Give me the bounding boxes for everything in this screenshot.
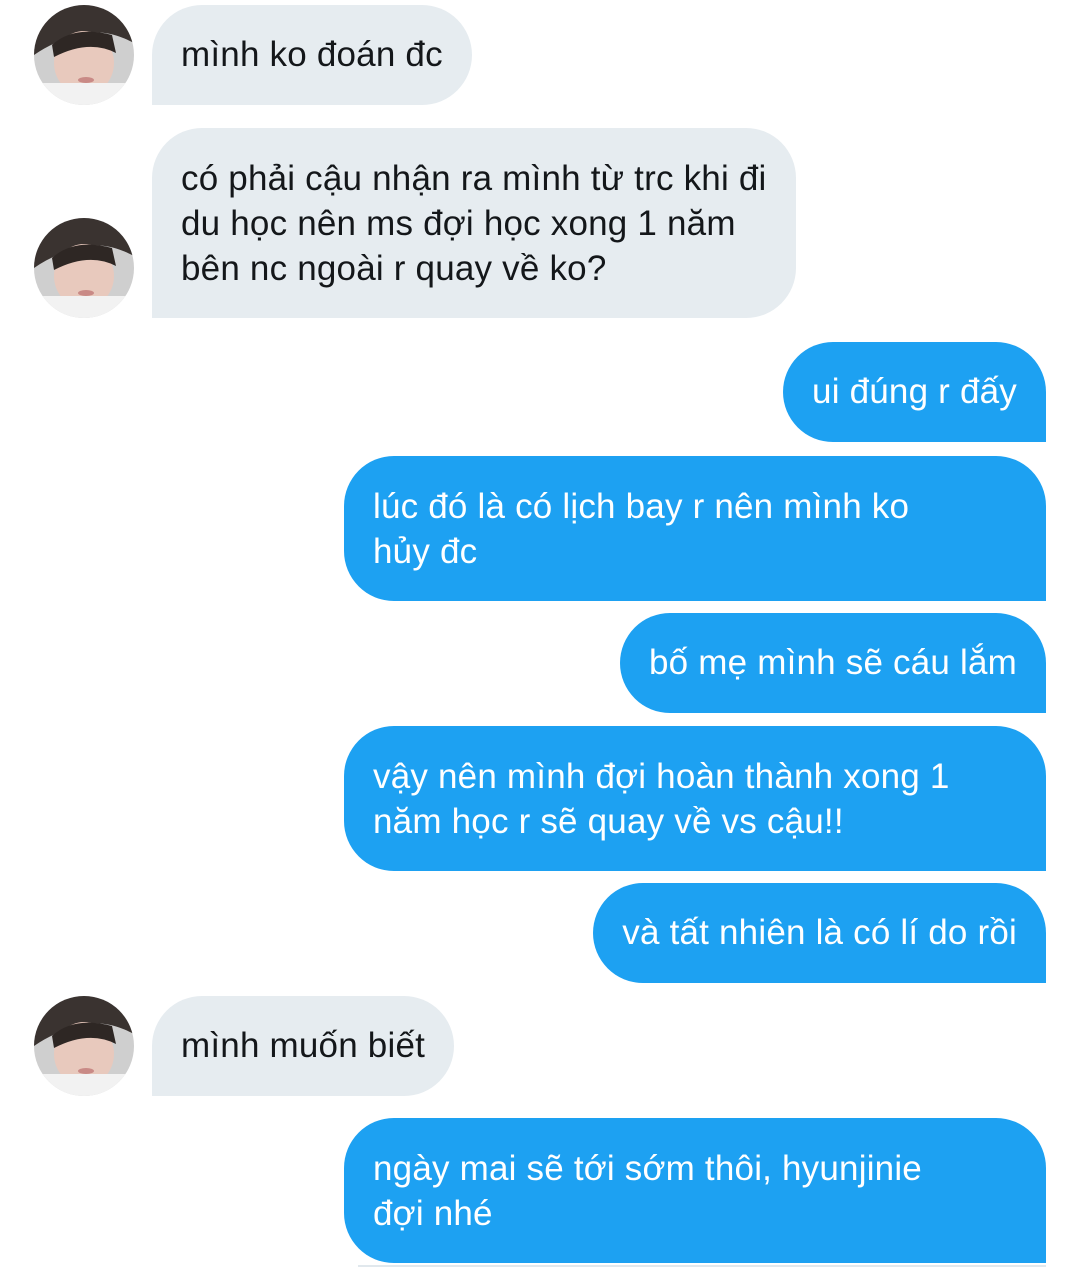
divider — [358, 1265, 1046, 1267]
outgoing-message[interactable]: ui đúng r đấy — [783, 342, 1046, 442]
outgoing-message[interactable]: vậy nên mình đợi hoàn thành xong 1 năm h… — [344, 726, 1046, 871]
incoming-message[interactable]: mình muốn biết — [152, 996, 455, 1096]
avatar[interactable] — [34, 218, 134, 318]
outgoing-message[interactable]: ngày mai sẽ tới sớm thôi, hyunjinie đợi … — [344, 1118, 1046, 1263]
outgoing-message[interactable]: bố mẹ mình sẽ cáu lắm — [620, 613, 1046, 713]
outgoing-message[interactable]: và tất nhiên là có lí do rồi — [593, 883, 1046, 983]
incoming-message[interactable]: mình ko đoán đc — [152, 5, 472, 105]
avatar[interactable] — [34, 5, 134, 105]
incoming-message[interactable]: có phải cậu nhận ra mình từ trc khi đi d… — [152, 128, 796, 318]
outgoing-message[interactable]: lúc đó là có lịch bay r nên mình ko hủy … — [344, 456, 1046, 601]
avatar[interactable] — [34, 996, 134, 1096]
